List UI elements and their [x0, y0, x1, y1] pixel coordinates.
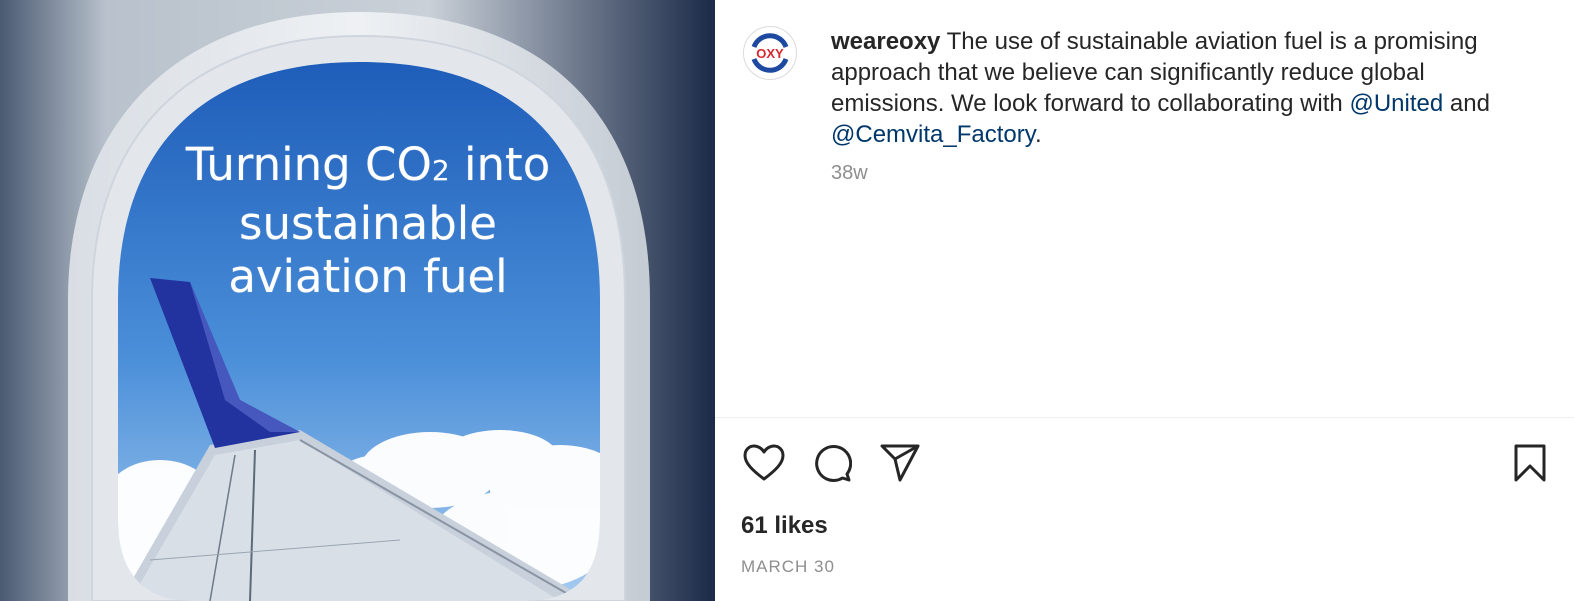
post-image[interactable]: Turning CO2 into sustainable aviation fu…: [0, 0, 715, 601]
share-button[interactable]: [877, 443, 923, 483]
caption-text-end: .: [1034, 121, 1042, 148]
avatar-text: OXY: [756, 46, 784, 61]
bookmark-icon: [1514, 444, 1546, 482]
paper-plane-icon: [880, 444, 920, 482]
post-details-pane: OXY weareoxy The use of sustainable avia…: [715, 0, 1574, 601]
heart-icon: [743, 444, 785, 481]
oxy-logo-icon: OXY: [751, 33, 789, 73]
post-caption: weareoxy The use of sustainable aviation…: [831, 26, 1541, 150]
post-date: MARCH 30: [741, 557, 835, 576]
avatar[interactable]: OXY: [743, 26, 797, 80]
mention-cemvita-factory[interactable]: @Cemvita_Factory: [831, 121, 1035, 148]
save-button[interactable]: [1510, 443, 1550, 483]
comment-button[interactable]: [809, 443, 855, 483]
caption-text-and: and: [1443, 90, 1490, 117]
likes-count[interactable]: 61 likes: [741, 512, 828, 540]
like-button[interactable]: [741, 443, 787, 483]
author-username[interactable]: weareoxy: [831, 28, 940, 55]
comment-icon: [815, 445, 852, 482]
image-headline: Turning CO2 into sustainable aviation fu…: [185, 138, 551, 303]
action-bar: [741, 443, 923, 483]
section-divider: [715, 417, 1574, 418]
post-age[interactable]: 38w: [831, 162, 868, 185]
mention-united[interactable]: @United: [1349, 90, 1443, 117]
